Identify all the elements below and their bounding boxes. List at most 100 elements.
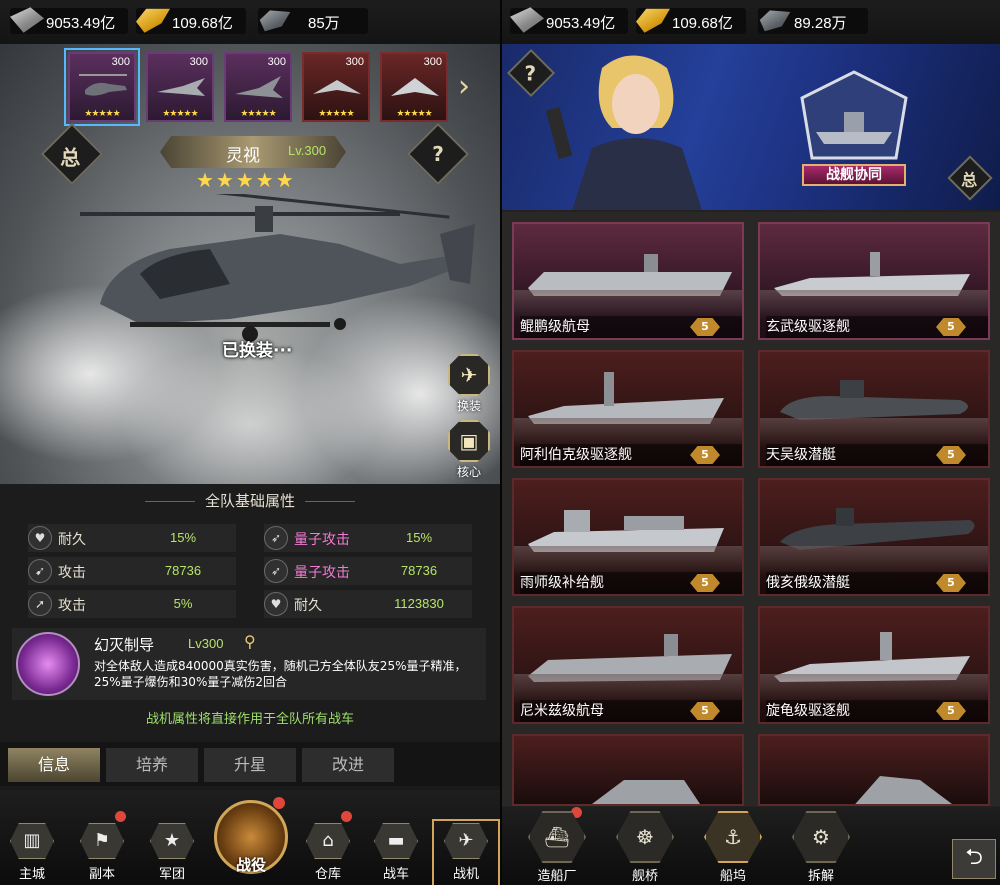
ship-card[interactable] <box>512 734 744 806</box>
aircraft-card-4[interactable]: 300 ★★★★★ <box>302 52 370 122</box>
attr-name: 量子攻击 <box>294 565 350 581</box>
aircraft-panel: 9053.49亿 109.68亿 85万 300 ★★★★★ 300 ★★★★★… <box>0 0 500 885</box>
magnifier-icon[interactable]: ⚲ <box>244 632 256 651</box>
ship-card[interactable]: 玄武级驱逐舰 5 <box>758 222 990 340</box>
nav-warehouse[interactable]: ⌂ 仓库 <box>298 811 358 883</box>
aircraft-card-5[interactable]: 300 ★★★★★ <box>380 52 448 122</box>
jet-icon <box>235 76 283 98</box>
missile-icon: ➶ <box>264 526 288 550</box>
cloud <box>120 344 380 504</box>
nav-legion[interactable]: ★ 军团 <box>142 823 202 883</box>
tank-icon: ▬ <box>374 823 418 859</box>
resource-steel[interactable]: 89.28万 <box>758 8 868 34</box>
attr-value: 78736 <box>400 563 438 578</box>
nav-bridge[interactable]: ☸ 舰桥 <box>610 811 680 885</box>
chevron-right-icon[interactable]: › <box>458 72 484 102</box>
resource-cash[interactable]: 9053.49亿 <box>10 7 128 34</box>
chip-icon: ▣ <box>448 420 490 462</box>
ship-card[interactable]: 鲲鹏级航母 5 <box>512 222 744 340</box>
flag-icon: ⚑ <box>80 823 124 859</box>
commander-portrait <box>545 55 702 210</box>
tab-improve[interactable]: 改进 <box>302 748 394 782</box>
steel-icon <box>259 10 291 32</box>
nav-label: 拆解 <box>807 869 834 884</box>
steel-value: 85万 <box>308 15 340 32</box>
back-button[interactable]: ⮌ <box>952 839 996 879</box>
ship-card[interactable]: 俄亥俄级潜艇 5 <box>758 478 990 596</box>
card-stars: ★★★★★ <box>162 109 198 119</box>
gold-value: 109.68亿 <box>672 15 733 32</box>
tab-train[interactable]: 培养 <box>106 748 198 782</box>
star-emblem-icon: ★ <box>150 823 194 859</box>
resource-steel[interactable]: 85万 <box>258 8 368 34</box>
destroyer-icon <box>855 776 952 804</box>
nav-campaign[interactable]: 战役 <box>214 797 288 874</box>
steel-icon <box>759 10 791 32</box>
nav-dismantle[interactable]: ⚙ 拆解 <box>786 811 856 885</box>
skill-name: 幻灭制导 <box>94 636 155 654</box>
ship-card[interactable]: 尼米兹级航母 5 <box>512 606 744 724</box>
core-button[interactable]: ▣ 核心 <box>446 420 492 482</box>
fleet-synergy-badge[interactable]: 战舰协同 <box>792 68 916 192</box>
notification-dot <box>273 797 285 809</box>
aircraft-card-2[interactable]: 300 ★★★★★ <box>146 52 214 122</box>
attr-row: ♥ 耐久 15% <box>28 524 236 552</box>
ship-card[interactable]: 天吴级潜艇 5 <box>758 350 990 468</box>
nav-label: 战机 <box>452 867 479 882</box>
jet-icon <box>313 80 361 94</box>
cash-value: 9053.49亿 <box>46 15 116 32</box>
attr-row: ➹ 攻击 78736 <box>28 557 236 585</box>
ship-card[interactable]: 阿利伯克级驱逐舰 5 <box>512 350 744 468</box>
aircraft-showcase: 300 ★★★★★ 300 ★★★★★ 300 ★★★★★ 300 ★★★★★ … <box>0 44 500 504</box>
attr-value: 15% <box>405 530 433 545</box>
equipped-status: 已换装··· <box>222 341 293 361</box>
overview-button[interactable]: 总 <box>947 155 993 201</box>
helm-icon: ☸ <box>616 811 674 863</box>
nav-tank[interactable]: ▬ 战车 <box>366 823 426 883</box>
nav-dock[interactable]: ⚓ 船坞 <box>698 811 768 885</box>
card-stars: ★★★★★ <box>318 109 354 119</box>
ship-card[interactable] <box>758 734 990 806</box>
card-stars: ★★★★★ <box>396 109 432 119</box>
aircraft-card-1[interactable]: 300 ★★★★★ <box>64 48 140 126</box>
attr-row: ➶ 量子攻击 15% <box>264 524 472 552</box>
anchor-icon: ⚓ <box>704 811 762 863</box>
tab-star-up[interactable]: 升星 <box>204 748 296 782</box>
nav-city[interactable]: ▥ 主城 <box>2 823 62 883</box>
aircraft-card-3[interactable]: 300 ★★★★★ <box>224 52 292 122</box>
resource-gold[interactable]: 109.68亿 <box>636 8 746 34</box>
tab-info[interactable]: 信息 <box>8 748 100 782</box>
skill-icon[interactable] <box>16 632 80 696</box>
overview-button[interactable]: 总 <box>40 122 104 186</box>
nav-shipyard[interactable]: ⛴ 造船厂 <box>522 807 592 885</box>
attr-value: 1123830 <box>394 596 444 611</box>
card-level: 300 <box>111 56 130 68</box>
resource-bar: 9053.49亿 109.68亿 85万 <box>0 0 500 44</box>
warship-emblem-icon <box>800 70 908 160</box>
ship-card[interactable]: 雨师级补给舰 5 <box>512 478 744 596</box>
nav-label: 副本 <box>88 867 115 882</box>
attr-value: 78736 <box>164 563 202 578</box>
swap-button[interactable]: ✈ 换装 <box>446 354 492 416</box>
aircraft-name: 灵视 <box>226 146 260 166</box>
resource-cash[interactable]: 9053.49亿 <box>510 7 628 34</box>
nav-label: 船坞 <box>719 869 746 884</box>
ship-card[interactable]: 旋龟级驱逐舰 5 <box>758 606 990 724</box>
cash-stack-icon <box>10 7 44 33</box>
attr-value: 5% <box>173 596 193 611</box>
aircraft-tabs: 信息 培养 升星 改进 <box>0 742 500 786</box>
attr-value: 15% <box>169 530 197 545</box>
attributes-title: 全队基础属性 <box>0 490 500 511</box>
help-label: ? <box>524 61 537 86</box>
nav-label: 仓库 <box>314 867 341 882</box>
nav-label: 舰桥 <box>631 869 658 884</box>
bullet-icon: ➹ <box>28 559 52 583</box>
help-button[interactable]: ? <box>406 122 470 186</box>
nav-label: 战车 <box>382 867 409 882</box>
destroyer-icon <box>592 780 700 804</box>
skill-description: 对全体敌人造成840000真实伤害，随机己方全体队友25%量子精准，25%量子爆… <box>94 659 467 689</box>
nav-aircraft[interactable]: ✈ 战机 <box>432 819 500 885</box>
banner-title: 战舰协同 <box>802 164 906 186</box>
resource-gold[interactable]: 109.68亿 <box>136 8 246 34</box>
nav-instance[interactable]: ⚑ 副本 <box>72 811 132 883</box>
